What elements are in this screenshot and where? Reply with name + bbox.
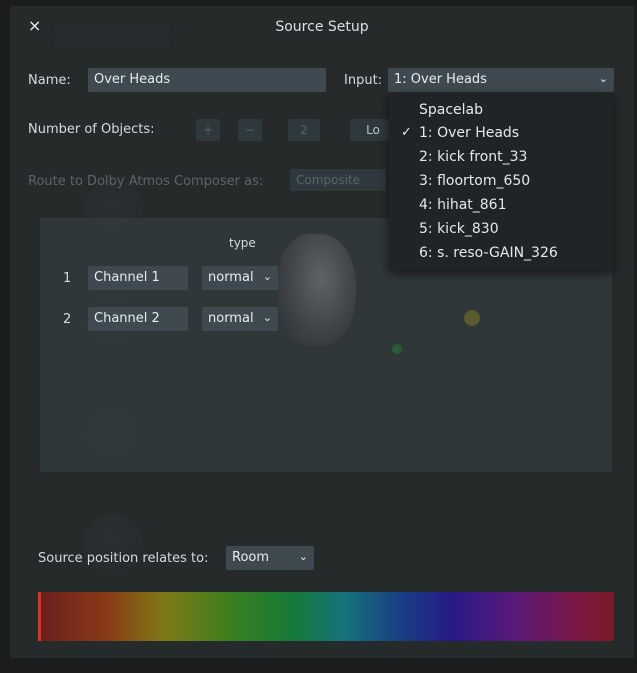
source-position-select[interactable]: Room ⌄ bbox=[226, 546, 314, 570]
dropdown-item-over-heads[interactable]: 1: Over Heads bbox=[419, 125, 519, 141]
input-select-value: 1: Over Heads bbox=[394, 72, 487, 87]
channel-number: 1 bbox=[63, 271, 72, 286]
chevron-down-icon: ⌄ bbox=[298, 550, 308, 563]
spectrum-marker[interactable] bbox=[38, 592, 41, 641]
channel-number: 2 bbox=[63, 312, 72, 327]
dialog-title: Source Setup bbox=[275, 19, 369, 35]
remove-object-button[interactable]: − bbox=[238, 119, 262, 141]
dropdown-item-s-reso[interactable]: 6: s. reso-GAIN_326 bbox=[419, 245, 558, 261]
chevron-down-icon: ⌄ bbox=[262, 311, 272, 324]
chevron-down-icon: ⌄ bbox=[598, 72, 608, 85]
chevron-down-icon: ⌄ bbox=[262, 270, 272, 283]
objects-count: 2 bbox=[288, 119, 320, 141]
dropdown-item-kick[interactable]: 5: kick_830 bbox=[419, 221, 499, 237]
channel-type-select[interactable]: normal ⌄ bbox=[202, 266, 278, 290]
dropdown-item-kick-front[interactable]: 2: kick front_33 bbox=[419, 149, 527, 165]
dropdown-item-spacelab[interactable]: Spacelab bbox=[419, 102, 483, 118]
name-label: Name: bbox=[28, 73, 71, 88]
name-field[interactable]: Over Heads bbox=[88, 68, 326, 92]
color-spectrum-bar[interactable] bbox=[38, 592, 614, 641]
position-dot bbox=[392, 344, 402, 354]
input-select[interactable]: 1: Over Heads ⌄ bbox=[388, 68, 614, 92]
dropdown-item-hihat[interactable]: 4: hihat_861 bbox=[419, 197, 507, 213]
dropdown-item-floortom[interactable]: 3: floortom_650 bbox=[419, 173, 530, 189]
position-dot bbox=[464, 310, 480, 326]
channel-type-value: normal bbox=[208, 270, 254, 285]
input-label: Input: bbox=[344, 73, 383, 88]
channel-name-field[interactable]: Channel 2 bbox=[88, 307, 188, 331]
channel-type-select[interactable]: normal ⌄ bbox=[202, 307, 278, 331]
checkmark-icon: ✓ bbox=[401, 125, 412, 140]
route-select[interactable]: Composite bbox=[290, 169, 386, 191]
source-position-value: Room bbox=[232, 550, 270, 565]
source-position-label: Source position relates to: bbox=[38, 551, 209, 566]
add-object-button[interactable]: + bbox=[196, 119, 220, 141]
route-label: Route to Dolby Atmos Composer as: bbox=[28, 174, 264, 189]
input-dropdown-menu: Spacelab ✓ 1: Over Heads 2: kick front_3… bbox=[389, 94, 613, 270]
channel-name-field[interactable]: Channel 1 bbox=[88, 266, 188, 290]
objects-label: Number of Objects: bbox=[28, 122, 155, 137]
type-column-header: type bbox=[229, 236, 256, 250]
listener-head-graphic bbox=[278, 234, 356, 346]
channel-type-value: normal bbox=[208, 311, 254, 326]
